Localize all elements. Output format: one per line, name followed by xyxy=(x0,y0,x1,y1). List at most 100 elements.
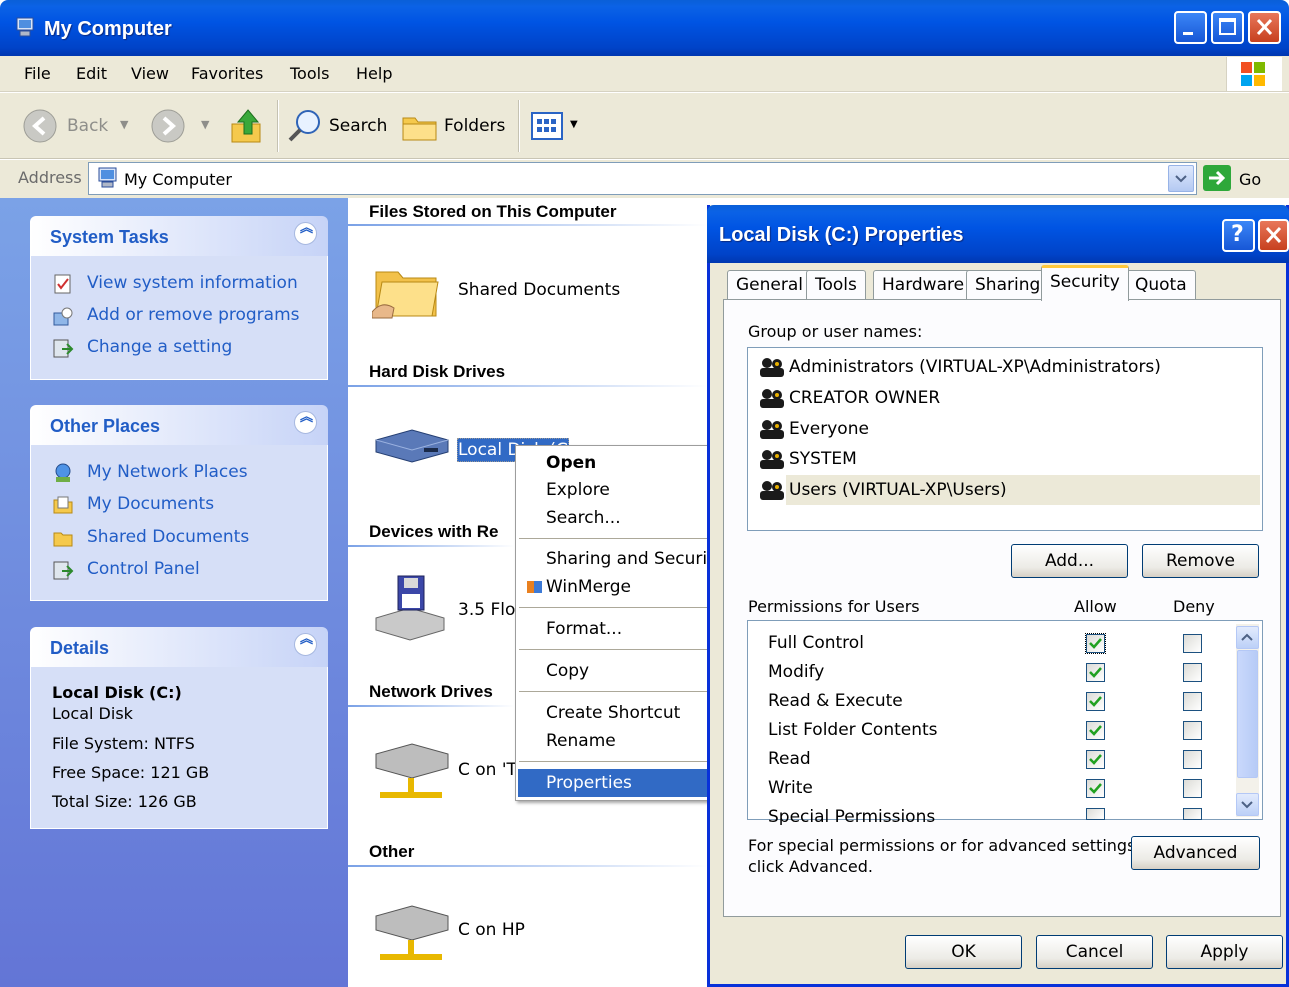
my-network-places-link[interactable]: My Network Places xyxy=(87,462,248,482)
back-button[interactable]: Back xyxy=(67,116,108,136)
network-drive-icon[interactable] xyxy=(372,740,452,806)
shared-documents-folder-icon[interactable] xyxy=(371,256,442,320)
deny-checkbox[interactable] xyxy=(1183,692,1202,711)
menu-edit[interactable]: Edit xyxy=(76,64,107,83)
maximize-button[interactable] xyxy=(1211,11,1244,44)
user-everyone[interactable]: Everyone xyxy=(789,419,869,439)
scroll-up-button[interactable] xyxy=(1236,626,1259,649)
cancel-button[interactable]: Cancel xyxy=(1036,935,1153,969)
ok-button[interactable]: OK xyxy=(905,935,1022,969)
menu-file[interactable]: File xyxy=(24,64,51,83)
search-button[interactable]: Search xyxy=(329,116,387,136)
tab-quota[interactable]: Quota xyxy=(1126,270,1196,299)
section-other: Other xyxy=(369,842,415,861)
collapse-icon[interactable]: ︽ xyxy=(294,411,317,434)
close-button[interactable] xyxy=(1248,11,1281,44)
help-button[interactable]: ? xyxy=(1222,219,1255,252)
network-drive-icon[interactable] xyxy=(372,902,452,968)
forward-arrow-icon[interactable] xyxy=(150,108,186,144)
go-arrow-icon[interactable] xyxy=(1203,165,1231,191)
menu-tools[interactable]: Tools xyxy=(290,64,329,83)
context-properties[interactable]: Properties xyxy=(546,773,632,793)
deny-checkbox[interactable] xyxy=(1183,634,1202,653)
tab-security[interactable]: Security xyxy=(1041,265,1129,301)
permission-row-label: Special Permissions xyxy=(768,807,936,825)
add-remove-programs-link[interactable]: Add or remove programs xyxy=(87,305,300,325)
folders-icon[interactable] xyxy=(400,108,440,144)
shared-documents-item[interactable]: Shared Documents xyxy=(458,280,620,300)
minimize-button[interactable] xyxy=(1174,11,1207,44)
deny-checkbox[interactable] xyxy=(1183,721,1202,740)
user-group-icon xyxy=(758,479,786,501)
deny-checkbox[interactable] xyxy=(1183,663,1202,682)
dialog-close-button[interactable] xyxy=(1258,219,1289,252)
allow-checkbox[interactable] xyxy=(1086,750,1105,769)
address-value[interactable]: My Computer xyxy=(124,170,232,189)
deny-checkbox[interactable] xyxy=(1183,808,1202,820)
allow-checkbox[interactable] xyxy=(1086,663,1105,682)
other-drive-item[interactable]: C on HP xyxy=(458,920,525,940)
control-panel-link[interactable]: Control Panel xyxy=(87,559,200,579)
permissions-label: Permissions for Users xyxy=(748,597,920,616)
views-icon[interactable] xyxy=(530,110,568,142)
folders-button[interactable]: Folders xyxy=(444,116,505,136)
context-open[interactable]: Open xyxy=(546,453,596,473)
menu-favorites[interactable]: Favorites xyxy=(191,64,263,83)
chevron-down-icon[interactable]: ▼ xyxy=(120,118,128,131)
tab-tools[interactable]: Tools xyxy=(806,270,866,299)
remove-button[interactable]: Remove xyxy=(1142,544,1259,578)
back-arrow-icon[interactable] xyxy=(22,108,58,144)
menu-help[interactable]: Help xyxy=(356,64,392,83)
network-drive-item[interactable]: C on 'Ts xyxy=(458,760,523,780)
change-a-setting-link[interactable]: Change a setting xyxy=(87,337,232,357)
address-dropdown-button[interactable] xyxy=(1168,165,1194,192)
allow-checkbox[interactable] xyxy=(1086,692,1105,711)
deny-checkbox[interactable] xyxy=(1183,750,1202,769)
scroll-down-button[interactable] xyxy=(1236,793,1259,816)
context-explore[interactable]: Explore xyxy=(546,480,610,500)
context-sharing-security[interactable]: Sharing and Security xyxy=(546,549,724,569)
address-input[interactable] xyxy=(88,162,1197,195)
add-button[interactable]: Add... xyxy=(1011,544,1128,578)
deny-checkbox[interactable] xyxy=(1183,779,1202,798)
chevron-down-icon[interactable]: ▼ xyxy=(570,119,578,130)
context-format[interactable]: Format... xyxy=(546,619,622,639)
advanced-button[interactable]: Advanced xyxy=(1131,836,1260,870)
title-bar[interactable] xyxy=(0,0,1289,56)
user-group-icon xyxy=(758,448,786,470)
user-users[interactable]: Users (VIRTUAL-XP\Users) xyxy=(789,480,1007,500)
view-system-information-link[interactable]: View system information xyxy=(87,273,298,293)
my-documents-link[interactable]: My Documents xyxy=(87,494,214,514)
go-button[interactable]: Go xyxy=(1239,170,1261,189)
collapse-icon[interactable]: ︽ xyxy=(294,222,317,245)
user-administrators[interactable]: Administrators (VIRTUAL-XP\Administrator… xyxy=(789,357,1161,377)
context-winmerge[interactable]: WinMerge xyxy=(546,577,631,597)
scroll-thumb[interactable] xyxy=(1237,650,1258,778)
allow-checkbox[interactable] xyxy=(1086,721,1105,740)
hard-disk-icon[interactable] xyxy=(372,426,452,466)
collapse-icon[interactable]: ︽ xyxy=(294,633,317,656)
allow-checkbox[interactable] xyxy=(1086,779,1105,798)
context-copy[interactable]: Copy xyxy=(546,661,589,681)
context-search[interactable]: Search... xyxy=(546,508,621,528)
context-create-shortcut[interactable]: Create Shortcut xyxy=(546,703,680,723)
tab-general[interactable]: General xyxy=(727,270,812,299)
section-network-drives: Network Drives xyxy=(369,682,493,701)
allow-checkbox[interactable] xyxy=(1086,808,1105,820)
allow-checkbox[interactable] xyxy=(1085,633,1106,654)
shared-documents-link[interactable]: Shared Documents xyxy=(87,527,249,547)
menu-view[interactable]: View xyxy=(131,64,169,83)
tab-hardware[interactable]: Hardware xyxy=(873,270,974,299)
help-icon: ? xyxy=(1231,222,1244,247)
chevron-down-icon[interactable]: ▼ xyxy=(201,118,209,131)
permission-row-label: Full Control xyxy=(768,633,864,653)
user-system[interactable]: SYSTEM xyxy=(789,449,857,469)
context-rename[interactable]: Rename xyxy=(546,731,616,751)
tab-sharing[interactable]: Sharing xyxy=(966,270,1050,299)
folder-up-icon[interactable] xyxy=(228,106,266,146)
user-creator-owner[interactable]: CREATOR OWNER xyxy=(789,388,940,408)
apply-button[interactable]: Apply xyxy=(1166,935,1283,969)
section-devices-removable: Devices with Re xyxy=(369,522,499,541)
floppy-drive-icon[interactable] xyxy=(372,574,448,644)
search-icon[interactable] xyxy=(286,106,326,146)
